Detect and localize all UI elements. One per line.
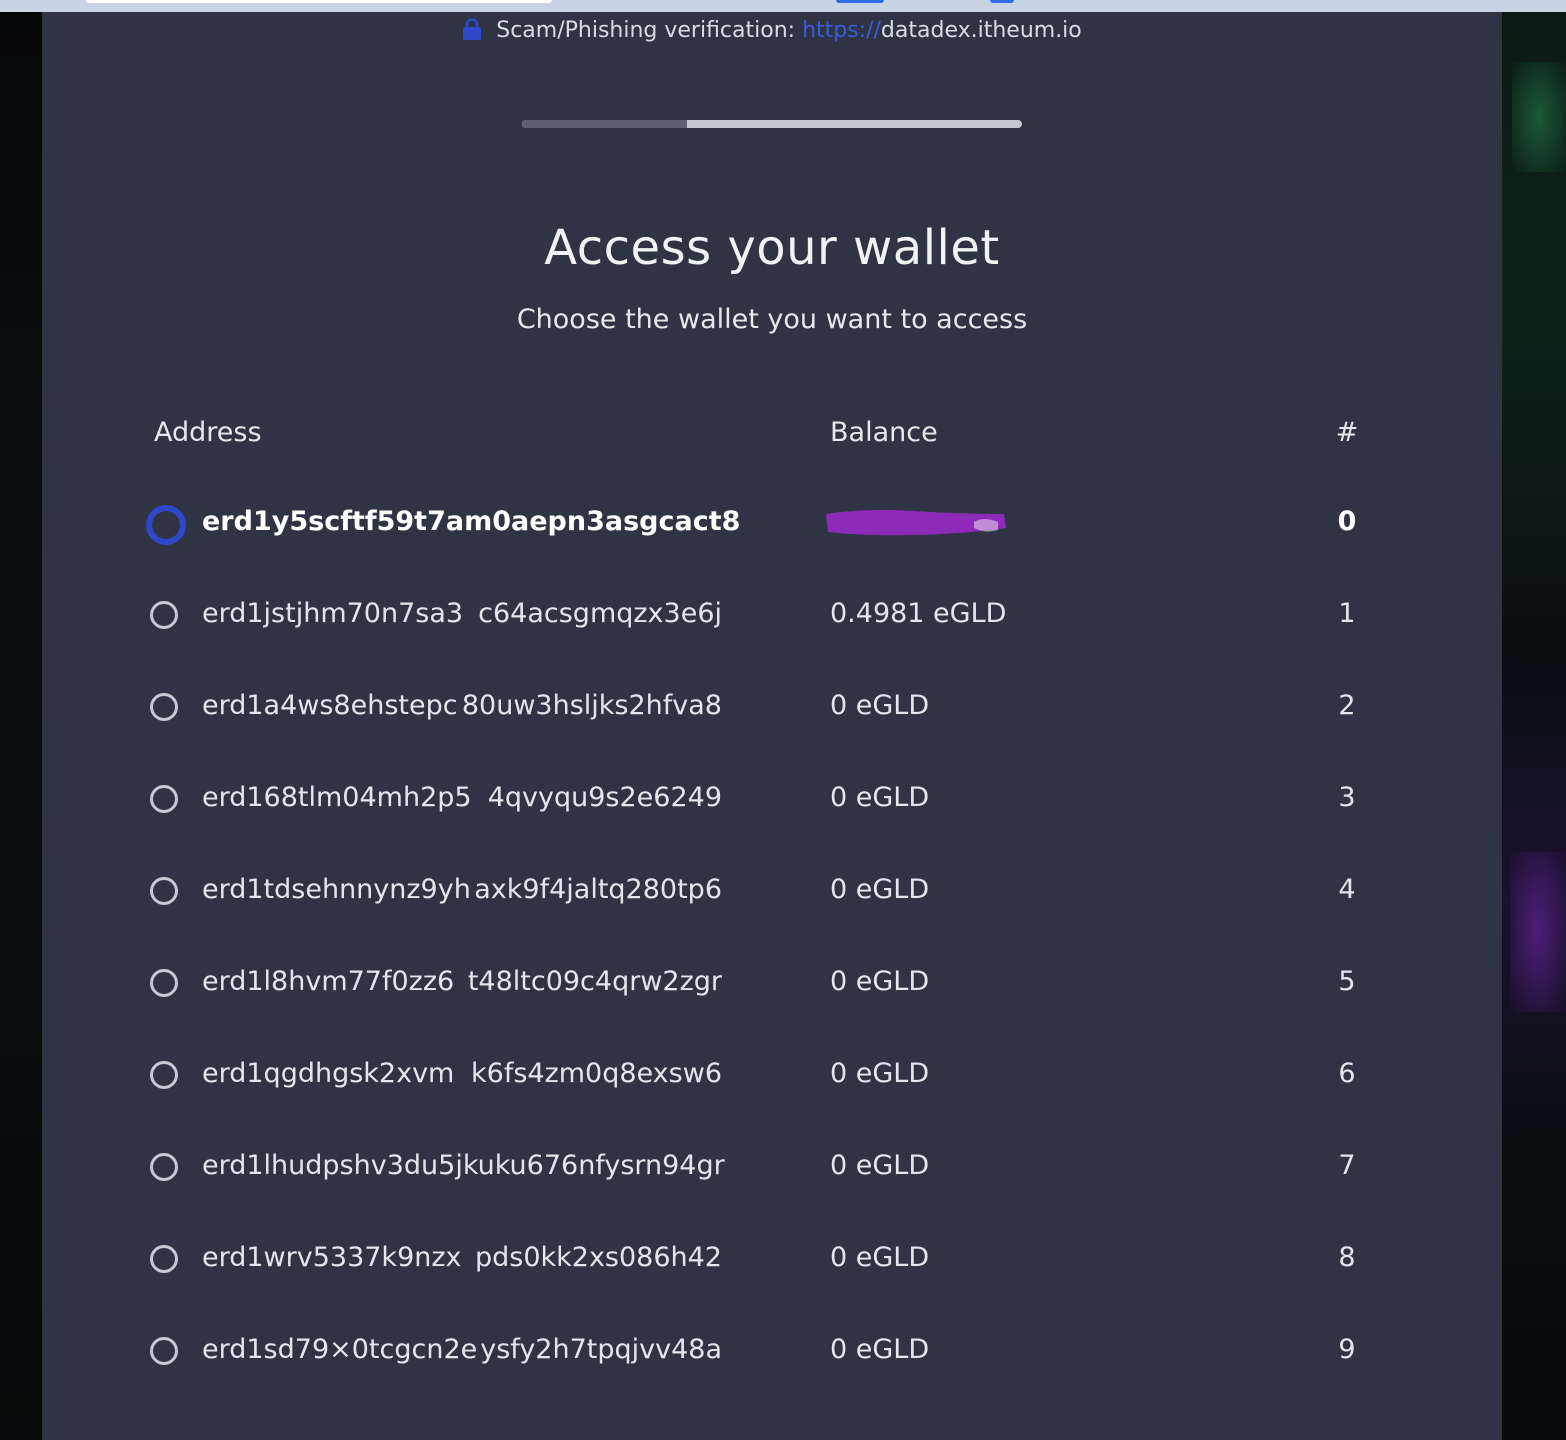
- wallet-row[interactable]: erd1tdsehnnynz9yh axk9f4jaltq280tp6 0 eGLD…: [142, 864, 1402, 924]
- wallet-address-start: erd1a4ws8ehstepc: [202, 690, 458, 721]
- browser-tab-edge[interactable]: [86, 0, 552, 3]
- wallet-row[interactable]: erd1y5scftf59t7a m0aepn3asgcact8 0: [142, 496, 1402, 556]
- wallet-balance: 0 eGLD: [830, 1058, 930, 1089]
- wallet-address-end: m0aepn3asgcact8: [464, 506, 741, 537]
- wallet-address: erd1tdsehnnynz9yh axk9f4jaltq280tp6: [202, 874, 722, 905]
- wallet-row[interactable]: erd1a4ws8ehstepc 80uw3hsljks2hfva8 0 eGLD 2: [142, 680, 1402, 740]
- wallet-index: 1: [1338, 598, 1356, 629]
- wallet-index: 9: [1338, 1334, 1356, 1365]
- radio-button[interactable]: [150, 1245, 178, 1273]
- step-progress-fill: [522, 120, 687, 128]
- verification-url[interactable]: https://datadex.itheum.io: [802, 18, 1082, 43]
- wallet-balance: 0 eGLD: [830, 690, 930, 721]
- radio-button-selected[interactable]: [146, 505, 186, 545]
- wallet-address-end: 4qvyqu9s2e6249: [487, 782, 722, 813]
- wallet-address-start: erd1lhudpshv3du5j: [202, 1150, 463, 1181]
- browser-tab-indicator: [836, 0, 884, 3]
- wallet-access-modal: Scam/Phishing verification: https://data…: [42, 12, 1502, 1440]
- radio-button[interactable]: [150, 601, 178, 629]
- column-header-index: #: [1335, 417, 1359, 448]
- wallet-row[interactable]: erd1lhudpshv3du5j kuku676nfysrn94gr 0 eGLD…: [142, 1140, 1402, 1200]
- wallet-index: 2: [1338, 690, 1356, 721]
- wallet-address-end: axk9f4jaltq280tp6: [474, 874, 722, 905]
- lock-icon: [463, 18, 482, 40]
- wallet-index: 3: [1338, 782, 1356, 813]
- wallet-address: erd1wrv5337k9nzx pds0kk2xs086h42: [202, 1242, 722, 1273]
- wallet-address: erd1a4ws8ehstepc 80uw3hsljks2hfva8: [202, 690, 722, 721]
- wallet-address: erd1l8hvm77f0zz6 t48ltc09c4qrw2zgr: [202, 966, 722, 997]
- wallet-address: erd168tlm04mh2p5 4qvyqu9s2e6249: [202, 782, 722, 813]
- wallet-address-start: erd1jstjhm70n7sa3: [202, 598, 464, 629]
- wallet-index: 8: [1338, 1242, 1356, 1273]
- radio-button[interactable]: [150, 877, 178, 905]
- wallet-address-start: erd1l8hvm77f0zz6: [202, 966, 455, 997]
- column-header-address: Address: [154, 417, 262, 448]
- page-subtitle: Choose the wallet you want to access: [516, 304, 1028, 335]
- verification-label: Scam/Phishing verification:: [496, 18, 796, 43]
- wallet-index: 7: [1338, 1150, 1356, 1181]
- wallet-index: 5: [1338, 966, 1356, 997]
- wallet-address-end: t48ltc09c4qrw2zgr: [467, 966, 722, 997]
- wallet-address-start: erd1wrv5337k9nzx: [202, 1242, 462, 1273]
- radio-button[interactable]: [150, 1153, 178, 1181]
- wallet-address-end: ysfy2h7tpqjvv48a: [480, 1334, 722, 1365]
- wallet-address-end: pds0kk2xs086h42: [474, 1242, 722, 1273]
- wallet-balance: 0 eGLD: [830, 966, 930, 997]
- wallet-row[interactable]: erd1l8hvm77f0zz6 t48ltc09c4qrw2zgr 0 eGLD 5: [142, 956, 1402, 1016]
- wallet-address-end: kuku676nfysrn94gr: [462, 1150, 725, 1181]
- wallet-address-end: k6fs4zm0q8exsw6: [471, 1058, 722, 1089]
- redaction-mark: [826, 510, 1006, 536]
- wallet-address-end: c64acsgmqzx3e6j: [478, 598, 722, 629]
- wallet-row[interactable]: erd168tlm04mh2p5 4qvyqu9s2e6249 0 eGLD 3: [142, 772, 1402, 832]
- wallet-balance: 0 eGLD: [830, 1150, 930, 1181]
- wallet-balance: 0 eGLD: [830, 782, 930, 813]
- page-title: Access your wallet: [544, 220, 1000, 276]
- wallet-balance: 0 eGLD: [830, 1334, 930, 1365]
- radio-button[interactable]: [150, 969, 178, 997]
- radio-button[interactable]: [150, 693, 178, 721]
- verification-url-host: datadex.itheum.io: [880, 18, 1082, 43]
- phishing-verification: Scam/Phishing verification: https://data…: [42, 18, 1502, 43]
- verification-url-scheme: https://: [802, 18, 881, 43]
- wallet-row[interactable]: erd1jstjhm70n7sa3 c64acsgmqzx3e6j 0.4981 e…: [142, 588, 1402, 648]
- wallet-index: 0: [1337, 506, 1357, 537]
- wallet-row[interactable]: erd1sd79×0tcgcn2e ysfy2h7tpqjvv48a 0 eGLD 9: [142, 1324, 1402, 1384]
- radio-button[interactable]: [150, 1061, 178, 1089]
- wallet-balance: 0 eGLD: [830, 874, 930, 905]
- wallet-index: 6: [1338, 1058, 1356, 1089]
- wallet-address: erd1qgdhgsk2xvm k6fs4zm0q8exsw6: [202, 1058, 722, 1089]
- column-header-balance: Balance: [830, 417, 938, 448]
- wallet-address-start: erd1qgdhgsk2xvm: [202, 1058, 455, 1089]
- wallet-address-start: erd168tlm04mh2p5: [202, 782, 472, 813]
- background-glow-purple: [1510, 852, 1566, 1012]
- background-left: [0, 12, 42, 1440]
- wallet-address-start: erd1tdsehnnynz9yh: [202, 874, 471, 905]
- background-glow-green: [1512, 62, 1566, 172]
- browser-tab-indicator-2: [990, 0, 1014, 3]
- radio-button[interactable]: [150, 1337, 178, 1365]
- wallet-address-start: erd1sd79×0tcgcn2e: [202, 1334, 478, 1365]
- wallet-address: erd1sd79×0tcgcn2e ysfy2h7tpqjvv48a: [202, 1334, 722, 1365]
- wallet-balance: 0 eGLD: [830, 1242, 930, 1273]
- wallet-address-start: erd1y5scftf59t7a: [202, 506, 465, 537]
- wallet-address-end: 80uw3hsljks2hfva8: [461, 690, 722, 721]
- wallet-row[interactable]: erd1qgdhgsk2xvm k6fs4zm0q8exsw6 0 eGLD 6: [142, 1048, 1402, 1108]
- wallet-index: 4: [1338, 874, 1356, 905]
- background-right: [1502, 12, 1566, 1440]
- radio-button[interactable]: [150, 785, 178, 813]
- wallet-address: erd1jstjhm70n7sa3 c64acsgmqzx3e6j: [202, 598, 722, 629]
- wallet-balance: 0.4981 eGLD: [830, 598, 1007, 629]
- wallet-row[interactable]: erd1wrv5337k9nzx pds0kk2xs086h42 0 eGLD 8: [142, 1232, 1402, 1292]
- wallet-address: erd1y5scftf59t7a m0aepn3asgcact8: [202, 506, 740, 537]
- wallet-address: erd1lhudpshv3du5j kuku676nfysrn94gr: [202, 1150, 725, 1181]
- step-progress-bar: [522, 120, 1022, 128]
